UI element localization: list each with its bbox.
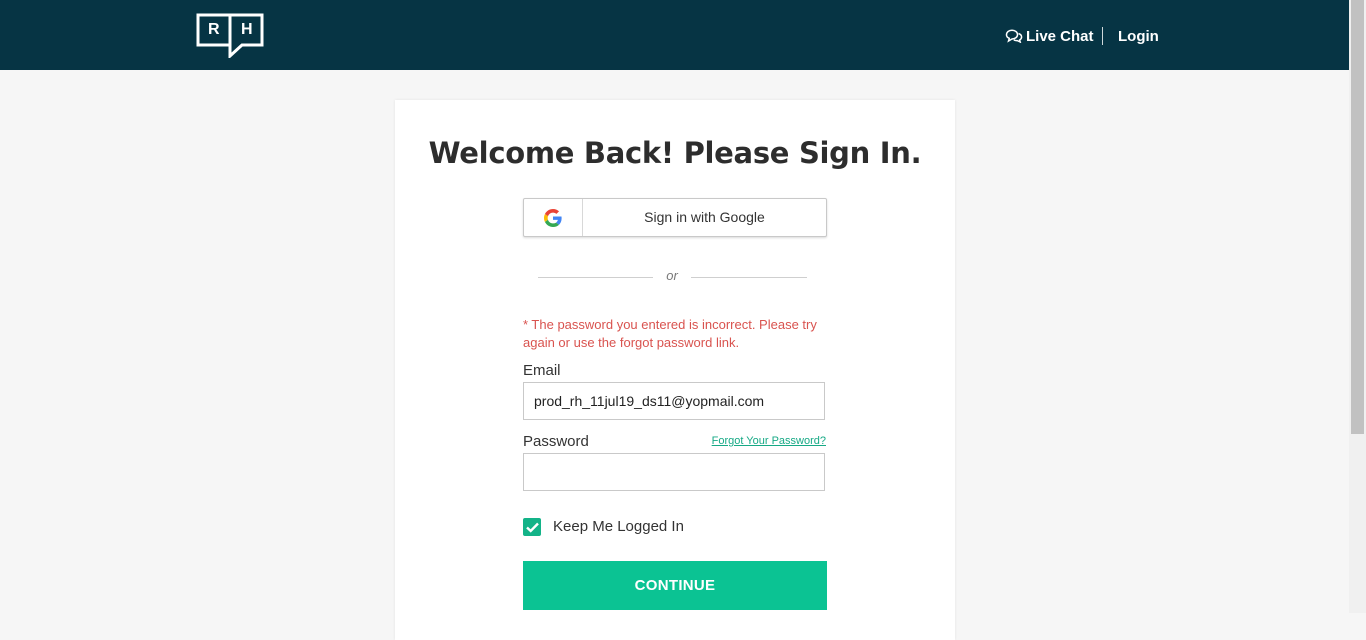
live-chat-label: Live Chat <box>1026 27 1094 45</box>
rh-logo[interactable]: R H <box>196 13 264 60</box>
logo-letter-r: R <box>208 21 220 38</box>
live-chat-link[interactable]: Live Chat <box>1005 26 1094 46</box>
divider-line-right <box>691 277 807 278</box>
keep-logged-in-checkbox[interactable] <box>523 518 541 536</box>
checkmark-icon <box>525 522 539 533</box>
email-field[interactable] <box>523 382 825 420</box>
top-header: R H Live Chat Login <box>0 0 1349 70</box>
page-title: Welcome Back! Please Sign In. <box>428 136 922 170</box>
nav-divider <box>1102 27 1103 45</box>
page-scrollbar[interactable] <box>1349 0 1366 613</box>
signin-card: Welcome Back! Please Sign In. Sign in wi… <box>395 100 955 640</box>
logo-speech-bubble-icon <box>196 13 264 60</box>
google-icon-cell <box>524 199 583 236</box>
keep-logged-in-label[interactable]: Keep Me Logged In <box>553 518 684 535</box>
continue-button[interactable]: CONTINUE <box>523 561 827 610</box>
email-label: Email <box>523 362 561 379</box>
scrollbar-thumb[interactable] <box>1351 0 1364 434</box>
login-link[interactable]: Login <box>1118 26 1159 46</box>
chat-bubbles-icon <box>1005 29 1023 43</box>
divider-line-left <box>538 277 653 278</box>
google-signin-button[interactable]: Sign in with Google <box>523 198 827 237</box>
password-label: Password <box>523 433 589 450</box>
password-field[interactable] <box>523 453 825 491</box>
logo-letter-h: H <box>241 21 253 38</box>
google-g-icon <box>544 208 562 227</box>
google-signin-label: Sign in with Google <box>644 209 765 225</box>
or-divider-text: or <box>666 268 678 283</box>
forgot-password-link[interactable]: Forgot Your Password? <box>695 435 826 447</box>
error-message: * The password you entered is incorrect.… <box>523 317 817 350</box>
